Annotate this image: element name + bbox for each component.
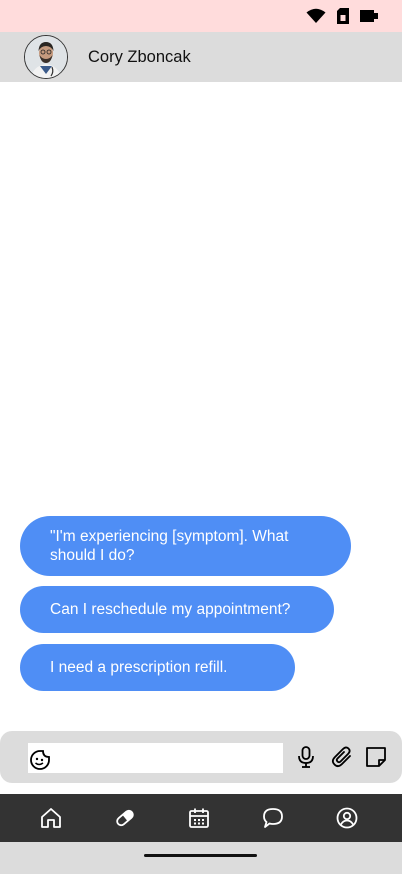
sticker-icon[interactable] bbox=[29, 749, 51, 771]
chat-bubble-icon[interactable] bbox=[261, 806, 285, 830]
suggestion-symptom[interactable]: "I'm experiencing [symptom]. What should… bbox=[20, 516, 351, 576]
paperclip-icon[interactable] bbox=[330, 745, 354, 769]
chat-area: "I'm experiencing [symptom]. What should… bbox=[0, 82, 402, 730]
sim-card-icon bbox=[336, 7, 350, 25]
suggestion-reschedule[interactable]: Can I reschedule my appointment? bbox=[20, 586, 334, 633]
contact-name: Cory Zboncak bbox=[88, 48, 191, 66]
message-composer bbox=[0, 731, 402, 783]
gesture-area bbox=[0, 842, 402, 874]
message-input[interactable] bbox=[28, 743, 283, 773]
chat-header: Cory Zboncak bbox=[0, 32, 402, 82]
bottom-nav bbox=[0, 794, 402, 842]
home-icon[interactable] bbox=[39, 806, 63, 830]
wifi-icon bbox=[306, 8, 326, 24]
calendar-icon[interactable] bbox=[187, 806, 211, 830]
pill-icon[interactable] bbox=[113, 806, 137, 830]
status-icons bbox=[306, 6, 378, 26]
microphone-icon[interactable] bbox=[294, 745, 318, 769]
profile-icon[interactable] bbox=[335, 806, 359, 830]
avatar[interactable] bbox=[24, 35, 68, 79]
home-indicator[interactable] bbox=[144, 854, 257, 857]
note-icon[interactable] bbox=[364, 745, 388, 769]
status-bar bbox=[0, 0, 402, 32]
suggestion-refill[interactable]: I need a prescription refill. bbox=[20, 644, 295, 691]
battery-icon bbox=[360, 9, 378, 23]
